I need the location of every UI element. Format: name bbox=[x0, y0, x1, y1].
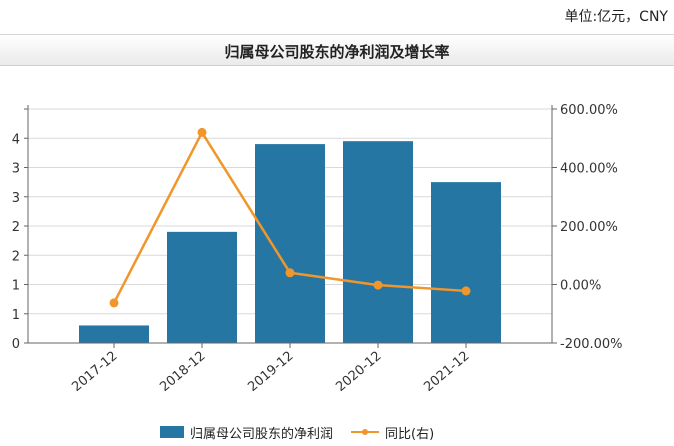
y-left-tick-label: 1 bbox=[12, 279, 20, 294]
line-point bbox=[285, 268, 295, 278]
bar bbox=[431, 182, 501, 343]
legend-item-line[interactable]: 同比(右) bbox=[351, 423, 434, 442]
y-left-tick-label: 4 bbox=[12, 132, 20, 147]
x-tick-label: 2019-12 bbox=[245, 349, 296, 395]
legend-item-bar[interactable]: 归属母公司股东的净利润 bbox=[160, 423, 333, 442]
y-right-tick-label: 200.00% bbox=[560, 220, 618, 235]
y-left-tick-label: 3 bbox=[12, 162, 20, 177]
legend-bar-label: 归属母公司股东的净利润 bbox=[190, 426, 334, 442]
y-left-tick-label: 3 bbox=[12, 191, 20, 206]
legend: 归属母公司股东的净利润 同比(右) bbox=[160, 422, 452, 442]
legend-line-label: 同比(右) bbox=[385, 426, 435, 442]
x-tick-label: 2020-12 bbox=[333, 349, 384, 395]
bar bbox=[255, 144, 325, 343]
legend-line-swatch bbox=[351, 426, 380, 438]
x-tick-label: 2017-12 bbox=[69, 349, 120, 395]
y-left-tick-label: 1 bbox=[12, 308, 20, 323]
y-right-tick-label: 400.00% bbox=[560, 162, 618, 177]
x-tick-label: 2018-12 bbox=[157, 349, 208, 395]
legend-bar-swatch bbox=[160, 426, 184, 438]
y-left-tick-label: 2 bbox=[12, 220, 20, 235]
line-point bbox=[461, 286, 471, 296]
x-tick-label: 2021-12 bbox=[421, 349, 472, 395]
y-right-tick-label: 600.00% bbox=[560, 103, 618, 118]
bar bbox=[167, 231, 237, 343]
y-left-tick-label: 2 bbox=[12, 249, 20, 264]
line-point bbox=[373, 280, 383, 290]
chart: 0 1 1 2 2 3 3 4 -200.00% 0.00% 200.00% 400.00% 600.0… bbox=[12, 103, 623, 395]
bars-layer bbox=[79, 141, 501, 343]
y-right-tick-label: -200.00% bbox=[560, 337, 623, 352]
line-point bbox=[109, 298, 119, 308]
line-point bbox=[197, 127, 207, 137]
bar bbox=[79, 325, 149, 343]
y-left-tick-label: 0 bbox=[12, 337, 20, 352]
y-right-tick-label: 0.00% bbox=[560, 279, 601, 294]
bar bbox=[343, 141, 413, 343]
